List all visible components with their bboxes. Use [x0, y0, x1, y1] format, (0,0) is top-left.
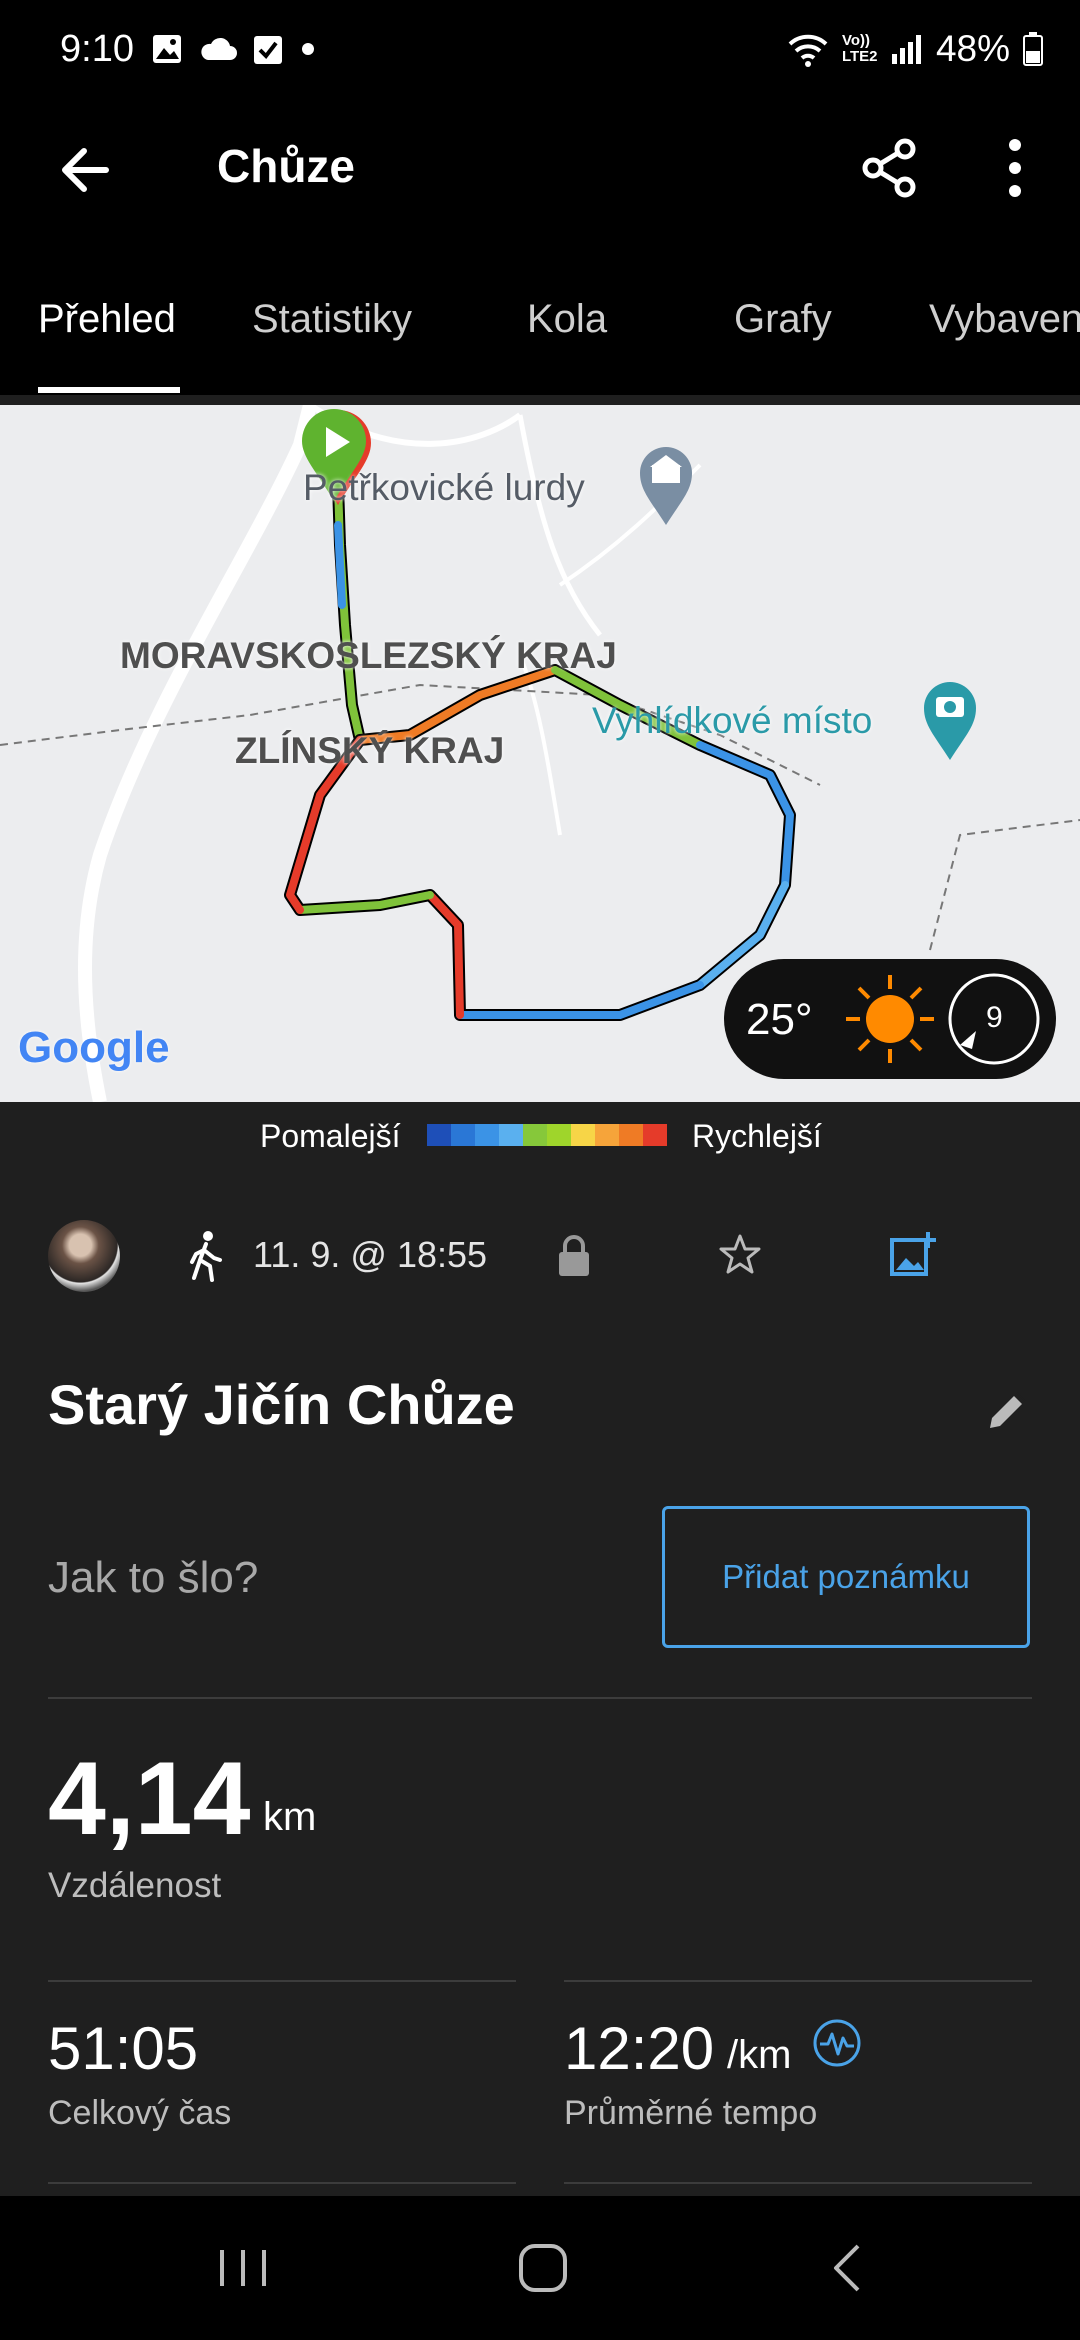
check-icon: [254, 36, 282, 64]
pace-color-swatch: [571, 1124, 595, 1146]
route-map[interactable]: Petřkovické lurdy MORAVSKOSLEZSKÝ KRAJ Z…: [0, 405, 1080, 1102]
more-options-icon[interactable]: [995, 133, 1035, 203]
add-note-button[interactable]: Přidat poznámku: [662, 1506, 1030, 1648]
distance-label: Vzdálenost: [48, 1866, 222, 1905]
edit-pencil-icon[interactable]: [984, 1388, 1030, 1434]
avg-pace-label: Průměrné tempo: [564, 2094, 818, 2132]
heart-rate-info-icon[interactable]: [812, 2018, 862, 2068]
distance-unit: km: [263, 1795, 317, 1839]
app-bar: Chůze: [0, 105, 1080, 225]
map-label-region-zlinsky: ZLÍNSKÝ KRAJ: [235, 730, 505, 771]
pace-color-swatch: [619, 1124, 643, 1146]
pace-color-swatch: [595, 1124, 619, 1146]
pace-color-swatch: [547, 1124, 571, 1146]
activity-date: 11. 9. @ 18:55: [253, 1234, 488, 1275]
divider: [48, 1980, 516, 1982]
lock-icon[interactable]: [556, 1234, 592, 1278]
legend-slow-label: Pomalejší: [260, 1118, 401, 1154]
cloud-icon: [201, 37, 237, 60]
system-nav-bar: [0, 2196, 1080, 2340]
share-icon[interactable]: [855, 133, 925, 203]
home-icon[interactable]: [508, 2236, 578, 2300]
google-logo: Google: [18, 1023, 170, 1072]
avatar[interactable]: [48, 1220, 120, 1292]
pace-color-swatch: [523, 1124, 547, 1146]
map-label-place: Petřkovické lurdy: [303, 467, 585, 508]
pace-color-swatch: [475, 1124, 499, 1146]
legend-fast-label: Rychlejší: [692, 1118, 822, 1154]
wifi-icon: [788, 34, 828, 67]
map-label-region-moravskoslezsky: MORAVSKOSLEZSKÝ KRAJ: [120, 635, 617, 676]
tab-statistiky[interactable]: Statistiky: [252, 297, 412, 342]
tab-prehled[interactable]: Přehled: [38, 297, 176, 342]
signal-icon: [891, 35, 921, 64]
battery-percent: 48%: [935, 28, 1010, 69]
recent-apps-icon[interactable]: [208, 2236, 278, 2300]
image-icon: [153, 35, 181, 63]
status-bar: 9:10 Vo)) LTE2 48%: [0, 0, 1080, 105]
divider: [564, 2182, 1032, 2184]
wind-speed: 9: [986, 1001, 1003, 1034]
pace-color-swatch: [427, 1124, 451, 1146]
tab-vybaveni[interactable]: Vybaven: [929, 297, 1080, 342]
avg-pace-value: 12:20: [564, 2015, 715, 2082]
star-icon[interactable]: [718, 1232, 762, 1276]
map-label-viewpoint: Vyhlídkové místo: [592, 700, 873, 741]
activity-title: Starý Jičín Chůze: [48, 1373, 515, 1436]
activity-meta-row: 11. 9. @ 18:55: [0, 1210, 1080, 1300]
active-tab-indicator: [38, 387, 180, 393]
back-nav-icon[interactable]: [812, 2236, 882, 2300]
weather-widget[interactable]: 25° 9: [724, 959, 1056, 1079]
total-time-value: 51:05: [48, 2015, 199, 2082]
distance-value: 4,14: [48, 1741, 251, 1857]
avg-pace-unit: /km: [727, 2033, 792, 2077]
camera-pin-icon: [924, 682, 976, 760]
tab-kola[interactable]: Kola: [527, 297, 607, 342]
tab-bar: Přehled Statistiky Kola Grafy Vybaven: [0, 225, 1080, 395]
pace-color-swatch: [643, 1124, 667, 1146]
page-title: Chůze: [217, 140, 355, 192]
divider: [48, 1697, 1032, 1699]
weather-temperature: 25°: [746, 995, 813, 1044]
tab-grafy[interactable]: Grafy: [734, 297, 832, 342]
total-time-label: Celkový čas: [48, 2094, 232, 2132]
pace-legend: Pomalejší Rychlejší: [0, 1102, 1080, 1172]
pace-color-scale: [427, 1124, 667, 1146]
divider: [48, 2182, 516, 2184]
status-time: 9:10: [60, 28, 134, 70]
pace-color-swatch: [499, 1124, 523, 1146]
volte-icon: Vo)) LTE2: [841, 32, 878, 65]
divider: [564, 1980, 1032, 1982]
how-was-it-prompt: Jak to šlo?: [48, 1553, 259, 1602]
add-photo-icon[interactable]: [888, 1230, 936, 1278]
dot-icon: [302, 43, 314, 55]
pace-color-swatch: [451, 1124, 475, 1146]
sun-icon: [846, 975, 934, 1063]
walking-icon: [190, 1231, 222, 1282]
back-arrow-icon[interactable]: [50, 135, 120, 205]
battery-icon: [1023, 32, 1043, 66]
